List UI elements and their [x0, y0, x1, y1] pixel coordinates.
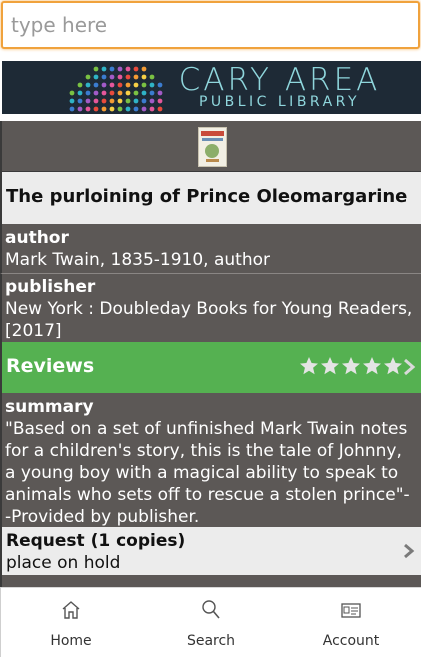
library-banner: CARY AREA PUBLIC LIBRARY [2, 61, 421, 114]
chevron-right-icon [404, 543, 415, 559]
rating-stars [299, 356, 403, 378]
bottom-tab-bar: Home Search Account [0, 587, 421, 657]
request-row[interactable]: Request (1 copies) place on hold [0, 527, 421, 575]
book-cover-image[interactable] [198, 127, 227, 167]
search-input[interactable] [1, 1, 420, 49]
publisher-label: publisher [5, 277, 96, 297]
tab-account-label: Account [322, 633, 380, 649]
chevron-right-icon [404, 358, 416, 376]
author-value: Mark Twain, 1835-1910, author [5, 250, 271, 270]
rating-star-icon [342, 357, 360, 375]
publisher-value: New York : Doubleday Books for Young Rea… [5, 299, 413, 341]
request-label: Request (1 copies) [6, 531, 186, 551]
book-title-row: The purloining of Prince Oleomargarine [0, 172, 421, 224]
reviews-label: Reviews [6, 355, 95, 377]
library-logo [69, 66, 163, 112]
tab-account[interactable]: Account [281, 588, 421, 657]
banner-title: CARY AREA [178, 62, 381, 98]
banner-subtitle: PUBLIC LIBRARY [198, 94, 361, 110]
account-card-icon [341, 603, 361, 618]
tab-home[interactable]: Home [1, 588, 141, 657]
home-icon [62, 601, 80, 619]
search-bar [0, 0, 421, 55]
tab-search-label: Search [186, 633, 236, 649]
author-label: author [5, 228, 69, 248]
cover-row [0, 121, 421, 172]
rating-star-icon [384, 357, 402, 375]
summary-value: "Based on a set of unfinished Mark Twain… [5, 419, 410, 527]
publisher-section: publisher New York : Doubleday Books for… [0, 274, 421, 342]
summary-section: summary "Based on a set of unfinished Ma… [0, 393, 421, 527]
author-section: author Mark Twain, 1835-1910, author [0, 224, 421, 274]
tab-home-label: Home [50, 633, 92, 649]
reviews-row[interactable]: Reviews [0, 342, 421, 393]
summary-label: summary [5, 397, 94, 417]
rating-star-icon [363, 357, 381, 375]
search-icon [202, 600, 220, 619]
rating-star-icon [300, 357, 318, 375]
next-section-peek [0, 575, 421, 587]
rating-star-icon [321, 357, 339, 375]
tab-search[interactable]: Search [141, 588, 281, 657]
book-title: The purloining of Prince Oleomargarine [6, 186, 408, 207]
place-hold-label: place on hold [6, 553, 121, 573]
